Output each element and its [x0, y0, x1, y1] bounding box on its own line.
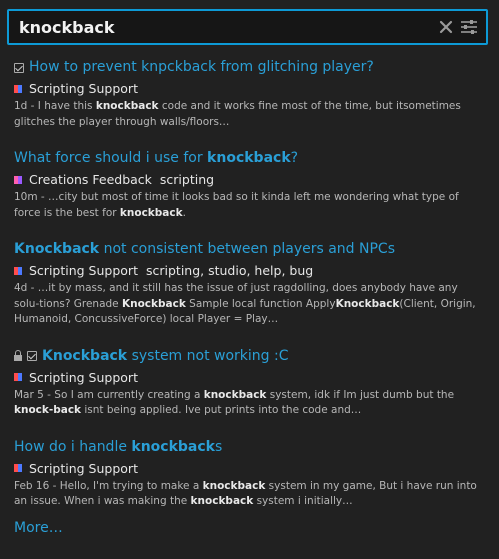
result-tags[interactable]: scripting	[160, 172, 214, 187]
result-title-text: What force should i use for	[14, 150, 208, 166]
category-color-icon	[14, 266, 22, 275]
result-title-text: ?	[290, 150, 299, 166]
excerpt-highlight: Knockback	[121, 297, 186, 310]
advanced-search-button[interactable]	[460, 19, 478, 35]
category-color-icon	[14, 373, 22, 381]
result-title-highlight: knockback	[207, 150, 291, 166]
result-category-row: Creations Feedback scripting	[14, 172, 484, 187]
result-excerpt: 4d - …it by mass, and it still has the i…	[14, 281, 484, 328]
excerpt-text: 1d - I have this	[14, 100, 96, 112]
result-title-text: How to prevent knpckback from glitching …	[29, 59, 374, 75]
result-title-link[interactable]: Knockback system not working :C	[14, 347, 484, 366]
category-link[interactable]: Scripting Support	[29, 263, 138, 278]
result-title-text: s	[215, 438, 223, 455]
search-result: Knockback system not working :C Scripting…	[14, 347, 484, 419]
category-color-icon	[14, 84, 22, 93]
search-results-list: How to prevent knpckback from glitching …	[14, 58, 484, 529]
result-tags[interactable]: scripting, studio, help, bug	[146, 263, 313, 278]
category-link[interactable]: Creations Feedback	[29, 172, 152, 187]
excerpt-text: Mar 5 - So I am currently creating a	[14, 388, 204, 401]
excerpt-text: .	[182, 206, 186, 219]
result-category-row: Scripting Support	[14, 81, 484, 96]
result-category-row: Scripting Support scripting, studio, help…	[14, 263, 484, 278]
result-excerpt: Mar 5 - So I am currently creating a kno…	[14, 388, 484, 419]
result-excerpt: Feb 16 - Hello, I'm trying to make a kno…	[14, 479, 484, 510]
excerpt-text: system, idk if Im just dumb but the	[266, 388, 455, 401]
result-title-text: How do i handle	[14, 438, 132, 455]
solved-checkbox-icon	[14, 62, 24, 73]
clear-search-button[interactable]	[438, 19, 454, 35]
excerpt-highlight: knockback	[202, 479, 266, 492]
close-icon	[439, 20, 453, 34]
excerpt-highlight: knockback	[119, 206, 183, 219]
category-color-icon	[14, 464, 22, 472]
excerpt-highlight: Knockback	[335, 297, 400, 310]
solved-checkbox-icon	[27, 351, 37, 361]
excerpt-text: isnt being applied. Ive put prints into …	[81, 404, 362, 416]
result-title-link[interactable]: Knockback not consistent between players…	[14, 240, 484, 259]
search-input[interactable]	[19, 11, 419, 43]
lock-icon	[14, 350, 22, 361]
excerpt-text: system i initially…	[253, 495, 353, 507]
excerpt-text: Feb 16 - Hello, I'm trying to make a	[14, 479, 203, 492]
result-title-link[interactable]: How to prevent knpckback from glitching …	[14, 58, 484, 77]
result-title-link[interactable]: What force should i use for knockback?	[14, 149, 484, 168]
result-excerpt: 10m - …city but most of time it looks ba…	[14, 190, 484, 221]
excerpt-text: Sample local function Apply	[185, 297, 336, 310]
search-result: What force should i use for knockback? Cr…	[14, 149, 484, 221]
result-title-link[interactable]: How do i handle knockback s	[14, 438, 484, 457]
result-category-row: Scripting Support	[14, 461, 484, 476]
category-link[interactable]: Scripting Support	[29, 461, 138, 476]
result-title-text: not consistent between players and NPCs	[99, 241, 395, 257]
search-result: Knockback not consistent between players…	[14, 240, 484, 328]
search-bar	[7, 9, 488, 45]
category-color-icon	[14, 175, 22, 184]
excerpt-highlight: knockback	[203, 388, 267, 401]
category-link[interactable]: Scripting Support	[29, 81, 138, 96]
more-results-link[interactable]: More…	[14, 520, 63, 536]
excerpt-highlight: knockback	[190, 495, 254, 507]
excerpt-highlight: knock-back	[14, 404, 82, 416]
excerpt-highlight: knockback	[95, 100, 159, 112]
result-excerpt: 1d - I have this knockback code and it w…	[14, 99, 484, 130]
result-title-highlight: Knockback	[14, 241, 100, 257]
result-title-highlight: knockback	[131, 438, 215, 455]
result-title-text: system not working :C	[127, 347, 289, 364]
category-link[interactable]: Scripting Support	[29, 370, 138, 385]
search-result: How to prevent knpckback from glitching …	[14, 58, 484, 130]
sliders-icon	[461, 20, 477, 34]
search-result: How do i handle knockback s Scripting Supp…	[14, 438, 484, 510]
excerpt-text: 10m - …city but most of time it looks ba…	[14, 191, 459, 219]
result-category-row: Scripting Support	[14, 370, 484, 385]
result-title-highlight: Knockback	[42, 347, 128, 364]
